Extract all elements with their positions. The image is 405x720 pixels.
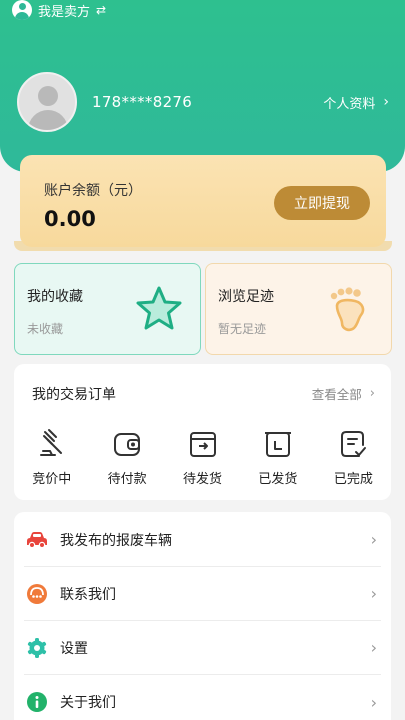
car-icon <box>27 531 47 548</box>
orders-card: 我的交易订单 查看全部 › 竞价中 待付款 待发货 已发货 已完成 <box>14 364 391 500</box>
swap-icon[interactable]: ⇄ <box>96 3 106 17</box>
favorites-title: 我的收藏 <box>27 289 83 305</box>
menu-item-settings-label: 设置 <box>60 640 88 657</box>
menu-item-my-vehicles[interactable]: 我发布的报废车辆 › <box>24 513 381 567</box>
menu-item-my-vehicles-label: 我发布的报废车辆 <box>60 532 172 549</box>
menu-item-contact-us[interactable]: 联系我们 › <box>24 567 381 621</box>
history-card[interactable]: 浏览足迹 暂无足迹 <box>205 263 392 355</box>
user-icon <box>12 0 32 20</box>
menu-item-settings[interactable]: 设置 › <box>24 621 381 675</box>
star-icon <box>136 286 182 330</box>
role-switcher[interactable]: 我是卖方 ⇄ <box>12 0 106 20</box>
role-label: 我是卖方 <box>38 4 91 20</box>
chevron-right-icon: › <box>370 692 377 712</box>
avatar[interactable] <box>17 72 77 132</box>
order-pending-shipment[interactable]: 待发货 <box>165 428 240 487</box>
order-shipped-label: 已发货 <box>258 472 298 487</box>
profile-row: 178****8276 个人资料 › <box>17 72 389 132</box>
order-bidding-label: 竞价中 <box>32 472 72 487</box>
menu-item-contact-us-label: 联系我们 <box>60 586 116 603</box>
order-completed[interactable]: 已完成 <box>316 428 391 487</box>
box-ship-icon <box>189 432 216 457</box>
withdraw-button[interactable]: 立即提现 <box>274 186 370 220</box>
orders-view-all[interactable]: 查看全部 › <box>312 384 375 403</box>
info-icon <box>27 692 47 712</box>
profile-link[interactable]: 个人资料 › <box>323 93 389 112</box>
order-pending-payment[interactable]: 待付款 <box>89 428 164 487</box>
chevron-right-icon: › <box>369 386 375 401</box>
menu-card: 我发布的报废车辆 › 联系我们 › 设置 › 关于我们 › <box>14 512 391 720</box>
menu-item-about-us[interactable]: 关于我们 › <box>24 675 381 720</box>
chevron-right-icon: › <box>370 530 377 549</box>
favorites-card[interactable]: 我的收藏 未收藏 <box>14 263 201 355</box>
footprint-icon <box>330 287 365 332</box>
done-doc-icon <box>341 431 367 457</box>
orders-view-all-label: 查看全部 <box>311 387 362 402</box>
phone-number: 178****8276 <box>92 93 193 111</box>
wallet-icon <box>114 433 141 456</box>
balance-label: 账户余额（元） <box>44 183 142 199</box>
menu-item-about-us-label: 关于我们 <box>60 695 116 711</box>
shipped-icon <box>264 432 291 457</box>
chevron-right-icon: › <box>370 584 377 603</box>
support-icon <box>27 583 47 604</box>
balance-value: 0.00 <box>44 207 96 231</box>
balance-card: 账户余额（元） 0.00 立即提现 <box>20 155 386 247</box>
order-completed-label: 已完成 <box>333 472 373 487</box>
gear-icon <box>27 637 47 658</box>
order-pending-shipment-label: 待发货 <box>183 472 223 487</box>
favorites-subtitle: 未收藏 <box>27 322 64 336</box>
chevron-right-icon: › <box>370 638 377 657</box>
gavel-icon <box>39 429 62 456</box>
orders-title: 我的交易订单 <box>32 387 116 403</box>
profile-link-label: 个人资料 <box>323 96 376 112</box>
order-pending-payment-label: 待付款 <box>107 472 147 487</box>
chevron-right-icon: › <box>383 94 389 110</box>
order-shipped[interactable]: 已发货 <box>240 428 315 487</box>
order-bidding[interactable]: 竞价中 <box>14 428 89 487</box>
history-subtitle: 暂无足迹 <box>218 322 267 336</box>
history-title: 浏览足迹 <box>218 289 274 305</box>
